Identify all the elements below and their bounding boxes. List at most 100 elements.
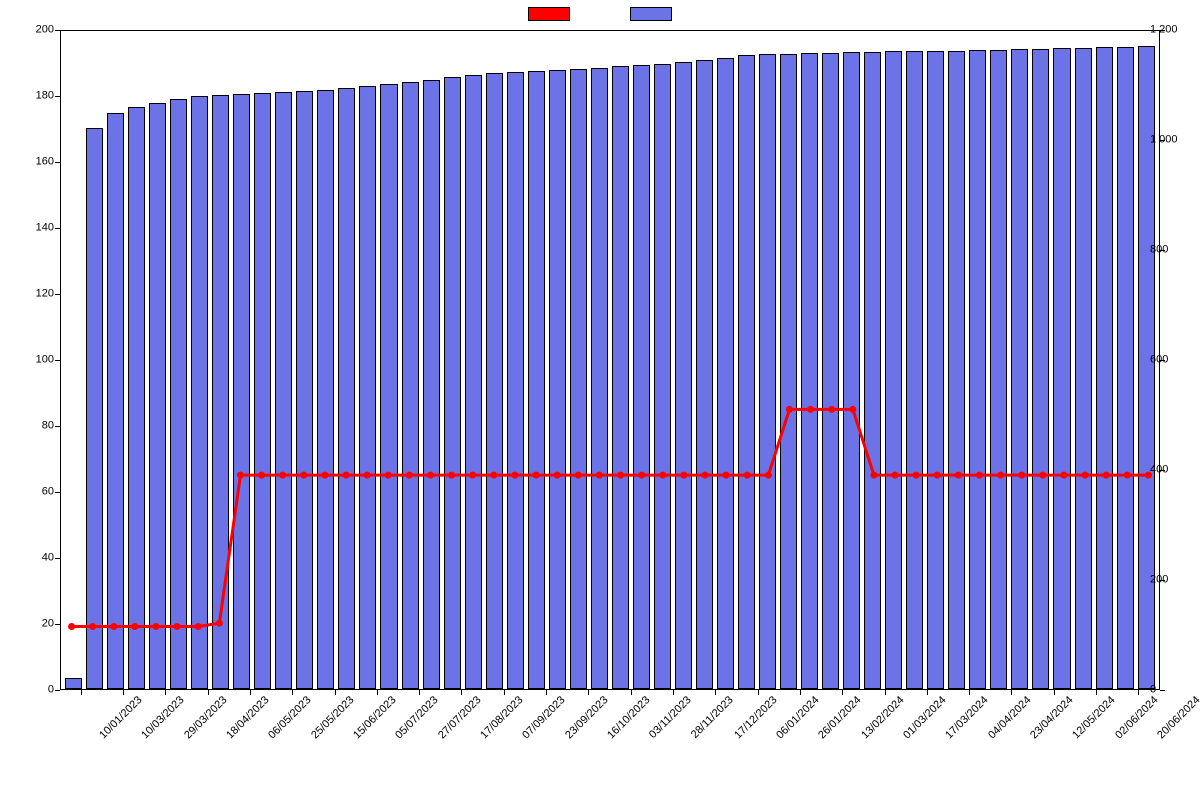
x-tick-label: 03/11/2023 (647, 694, 694, 741)
line-marker (807, 406, 814, 413)
y-left-tick-mark (55, 558, 60, 559)
line-marker (68, 623, 75, 630)
x-tick-mark (715, 690, 716, 695)
y-left-tick-label: 80 (4, 421, 54, 432)
x-tick-mark (546, 690, 547, 695)
line-marker (596, 472, 603, 479)
legend (0, 6, 1200, 21)
y-right-tick-label: 800 (1150, 245, 1196, 256)
y-left-tick-label: 40 (4, 553, 54, 564)
y-right-tick-mark (1160, 470, 1165, 471)
y-left-tick-label: 160 (4, 157, 54, 168)
line-marker (110, 623, 117, 630)
line-marker (680, 472, 687, 479)
line-marker (934, 472, 941, 479)
line-marker (870, 472, 877, 479)
line-marker (406, 472, 413, 479)
y-left-tick-mark (55, 30, 60, 31)
line-overlay (61, 31, 1159, 689)
x-tick-label: 17/03/2024 (943, 694, 990, 741)
y-left-tick-mark (55, 96, 60, 97)
y-right-tick-mark (1160, 30, 1165, 31)
x-tick-mark (250, 690, 251, 695)
x-tick-mark (377, 690, 378, 695)
y-left-tick-label: 140 (4, 223, 54, 234)
line-marker (976, 472, 983, 479)
line-marker (1060, 472, 1067, 479)
x-tick-label: 12/05/2024 (1070, 694, 1117, 741)
x-tick-label: 15/06/2023 (351, 694, 398, 741)
x-tick-label: 16/10/2023 (605, 694, 652, 741)
line-marker (997, 472, 1004, 479)
x-tick-mark (969, 690, 970, 695)
y-left-tick-label: 20 (4, 619, 54, 630)
x-tick-label: 17/08/2023 (478, 694, 525, 741)
y-left-tick-mark (55, 360, 60, 361)
x-tick-label: 20/06/2024 (1155, 694, 1200, 741)
line-marker (258, 472, 265, 479)
y-right-tick-mark (1160, 360, 1165, 361)
line-marker (427, 472, 434, 479)
x-tick-mark (1138, 690, 1139, 695)
x-tick-mark (800, 690, 801, 695)
y-right-tick-label: 600 (1150, 355, 1196, 366)
x-tick-label: 04/04/2024 (986, 694, 1033, 741)
x-tick-mark (165, 690, 166, 695)
line-marker (385, 472, 392, 479)
line-series (72, 409, 1149, 626)
x-tick-label: 01/03/2024 (901, 694, 948, 741)
x-tick-label: 26/01/2024 (817, 694, 864, 741)
x-tick-mark (885, 690, 886, 695)
line-marker (469, 472, 476, 479)
line-marker (786, 406, 793, 413)
line-marker (575, 472, 582, 479)
x-tick-label: 28/11/2023 (689, 694, 736, 741)
x-tick-mark (673, 690, 674, 695)
x-tick-mark (588, 690, 589, 695)
x-tick-label: 07/09/2023 (520, 694, 567, 741)
line-marker (131, 623, 138, 630)
x-tick-mark (1011, 690, 1012, 695)
x-tick-mark (631, 690, 632, 695)
line-marker (955, 472, 962, 479)
line-marker (892, 472, 899, 479)
line-marker (849, 406, 856, 413)
x-tick-mark (1054, 690, 1055, 695)
line-marker (89, 623, 96, 630)
x-tick-mark (758, 690, 759, 695)
line-marker (153, 623, 160, 630)
y-left-tick-mark (55, 492, 60, 493)
y-left-tick-label: 60 (4, 487, 54, 498)
line-marker (490, 472, 497, 479)
line-marker (638, 472, 645, 479)
y-left-tick-mark (55, 624, 60, 625)
y-left-tick-mark (55, 228, 60, 229)
legend-entry-series2 (630, 6, 672, 21)
line-marker (1103, 472, 1110, 479)
x-tick-mark (292, 690, 293, 695)
x-tick-label: 23/04/2024 (1028, 694, 1075, 741)
line-marker (174, 623, 181, 630)
y-right-tick-label: 200 (1150, 575, 1196, 586)
line-marker (765, 472, 772, 479)
y-right-tick-mark (1160, 250, 1165, 251)
line-marker (659, 472, 666, 479)
line-marker (617, 472, 624, 479)
line-marker (913, 472, 920, 479)
x-tick-mark (1096, 690, 1097, 695)
line-marker (279, 472, 286, 479)
y-left-tick-mark (55, 690, 60, 691)
legend-entry-series1 (528, 6, 570, 21)
x-tick-mark (927, 690, 928, 695)
x-tick-mark (123, 690, 124, 695)
x-tick-mark (461, 690, 462, 695)
line-marker (364, 472, 371, 479)
y-left-tick-mark (55, 294, 60, 295)
x-tick-label: 02/06/2024 (1113, 694, 1160, 741)
x-tick-label: 18/04/2023 (224, 694, 271, 741)
y-left-tick-label: 100 (4, 355, 54, 366)
y-left-tick-mark (55, 426, 60, 427)
x-tick-label: 05/07/2023 (393, 694, 440, 741)
y-left-tick-label: 200 (4, 25, 54, 36)
x-tick-label: 23/09/2023 (563, 694, 610, 741)
